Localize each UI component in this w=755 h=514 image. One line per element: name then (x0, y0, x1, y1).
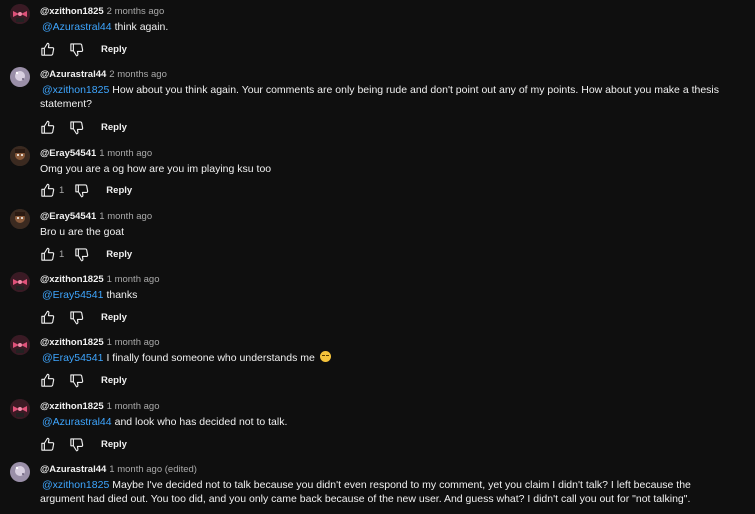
avatar[interactable] (10, 4, 30, 24)
relieved-face-emoji (319, 351, 331, 362)
comment-time[interactable]: 1 month ago (107, 401, 160, 412)
mention-link[interactable]: @Eray54541 (42, 352, 103, 364)
thumbs-up-icon[interactable] (40, 120, 55, 135)
thumbs-down-icon[interactable] (69, 373, 84, 388)
mention-link[interactable]: @Eray54541 (42, 289, 103, 301)
thumbs-down-icon[interactable] (74, 247, 89, 262)
comment-time[interactable]: 1 month ago (107, 337, 160, 348)
comment-header: @xzithon1825 2 months ago (40, 6, 164, 17)
comment-body: I finally found someone who understands … (106, 352, 315, 364)
comment-time[interactable]: 1 month ago (99, 148, 152, 159)
comment-body: think again. (114, 21, 169, 33)
comment-author[interactable]: @Eray54541 (40, 211, 96, 222)
avatar[interactable] (10, 146, 30, 166)
comment-actions: Reply (40, 41, 127, 57)
thumbs-up-icon[interactable] (40, 437, 55, 452)
avatar[interactable] (10, 335, 30, 355)
comment-text: @Azurastral44 think again. (40, 20, 740, 34)
comment-text: @xzithon1825 How about you think again. Y… (40, 83, 740, 111)
reply-button[interactable]: Reply (106, 185, 132, 196)
comment-header: @Azurastral44 2 months ago (40, 69, 167, 80)
mention-link[interactable]: @Azurastral44 (42, 21, 112, 33)
avatar[interactable] (10, 67, 30, 87)
like-count: 1 (59, 248, 65, 260)
thumbs-up-icon[interactable] (40, 42, 55, 57)
comment-actions: Reply (40, 119, 127, 135)
comment-body: and look who has decided not to talk. (114, 416, 288, 428)
comment-time[interactable]: 1 month ago (99, 211, 152, 222)
mention-link[interactable]: @Azurastral44 (42, 416, 112, 428)
comment-text: Bro u are the goat (40, 225, 740, 239)
comment-header: @xzithon1825 1 month ago (40, 401, 159, 412)
comment-text: @Eray54541 I finally found someone who un… (40, 351, 740, 365)
thumbs-up-icon[interactable] (40, 247, 55, 262)
comment-text: @xzithon1825 Maybe I've decided not to ta… (40, 478, 730, 506)
comment-author[interactable]: @xzithon1825 (40, 401, 104, 412)
comment-actions: Reply (40, 309, 127, 325)
comment-header: @xzithon1825 1 month ago (40, 337, 159, 348)
comment-header: @Azurastral44 1 month ago (edited) (40, 464, 197, 475)
comment-text: Omg you are a og how are you im playing … (40, 162, 740, 176)
comment-actions: 1 Reply (40, 246, 132, 262)
comment-body: How about you think again. Your comments… (40, 84, 720, 110)
reply-button[interactable]: Reply (101, 122, 127, 133)
comment-author[interactable]: @xzithon1825 (40, 337, 104, 348)
comment-text: @Eray54541 thanks (40, 288, 740, 302)
comment-actions: Reply (40, 436, 127, 452)
mention-link[interactable]: @xzithon1825 (42, 479, 109, 491)
reply-button[interactable]: Reply (106, 249, 132, 260)
thumbs-down-icon[interactable] (69, 310, 84, 325)
thumbs-down-icon[interactable] (69, 42, 84, 57)
comment-text: @Azurastral44 and look who has decided no… (40, 415, 740, 429)
avatar[interactable] (10, 272, 30, 292)
avatar[interactable] (10, 462, 30, 482)
reply-button[interactable]: Reply (101, 44, 127, 55)
comment-header: @xzithon1825 1 month ago (40, 274, 159, 285)
reply-button[interactable]: Reply (101, 375, 127, 386)
thumbs-up-icon[interactable] (40, 183, 55, 198)
comment-author[interactable]: @Azurastral44 (40, 69, 106, 80)
comment-body: Bro u are the goat (40, 226, 125, 238)
comment-header: @Eray54541 1 month ago (40, 211, 152, 222)
comment-time[interactable]: 2 months ago (109, 69, 167, 80)
reply-button[interactable]: Reply (101, 439, 127, 450)
thumbs-up-icon[interactable] (40, 310, 55, 325)
comment-body: Omg you are a og how are you im playing … (40, 163, 272, 175)
thumbs-down-icon[interactable] (69, 120, 84, 135)
comment-time[interactable]: 1 month ago (edited) (109, 464, 197, 475)
comment-author[interactable]: @Eray54541 (40, 148, 96, 159)
comment-actions: Reply (40, 372, 127, 388)
comment-body: thanks (106, 289, 138, 301)
comment-body: Maybe I've decided not to talk because y… (40, 479, 691, 505)
comment-time[interactable]: 2 months ago (107, 6, 165, 17)
thumbs-up-icon[interactable] (40, 373, 55, 388)
avatar[interactable] (10, 399, 30, 419)
reply-button[interactable]: Reply (101, 312, 127, 323)
comment-author[interactable]: @xzithon1825 (40, 274, 104, 285)
comment-header: @Eray54541 1 month ago (40, 148, 152, 159)
thumbs-down-icon[interactable] (69, 437, 84, 452)
comment-time[interactable]: 1 month ago (107, 274, 160, 285)
thumbs-down-icon[interactable] (74, 183, 89, 198)
comment-author[interactable]: @xzithon1825 (40, 6, 104, 17)
mention-link[interactable]: @xzithon1825 (42, 84, 109, 96)
comment-actions: 1 Reply (40, 182, 132, 198)
like-count: 1 (59, 184, 65, 196)
comment-author[interactable]: @Azurastral44 (40, 464, 106, 475)
avatar[interactable] (10, 209, 30, 229)
